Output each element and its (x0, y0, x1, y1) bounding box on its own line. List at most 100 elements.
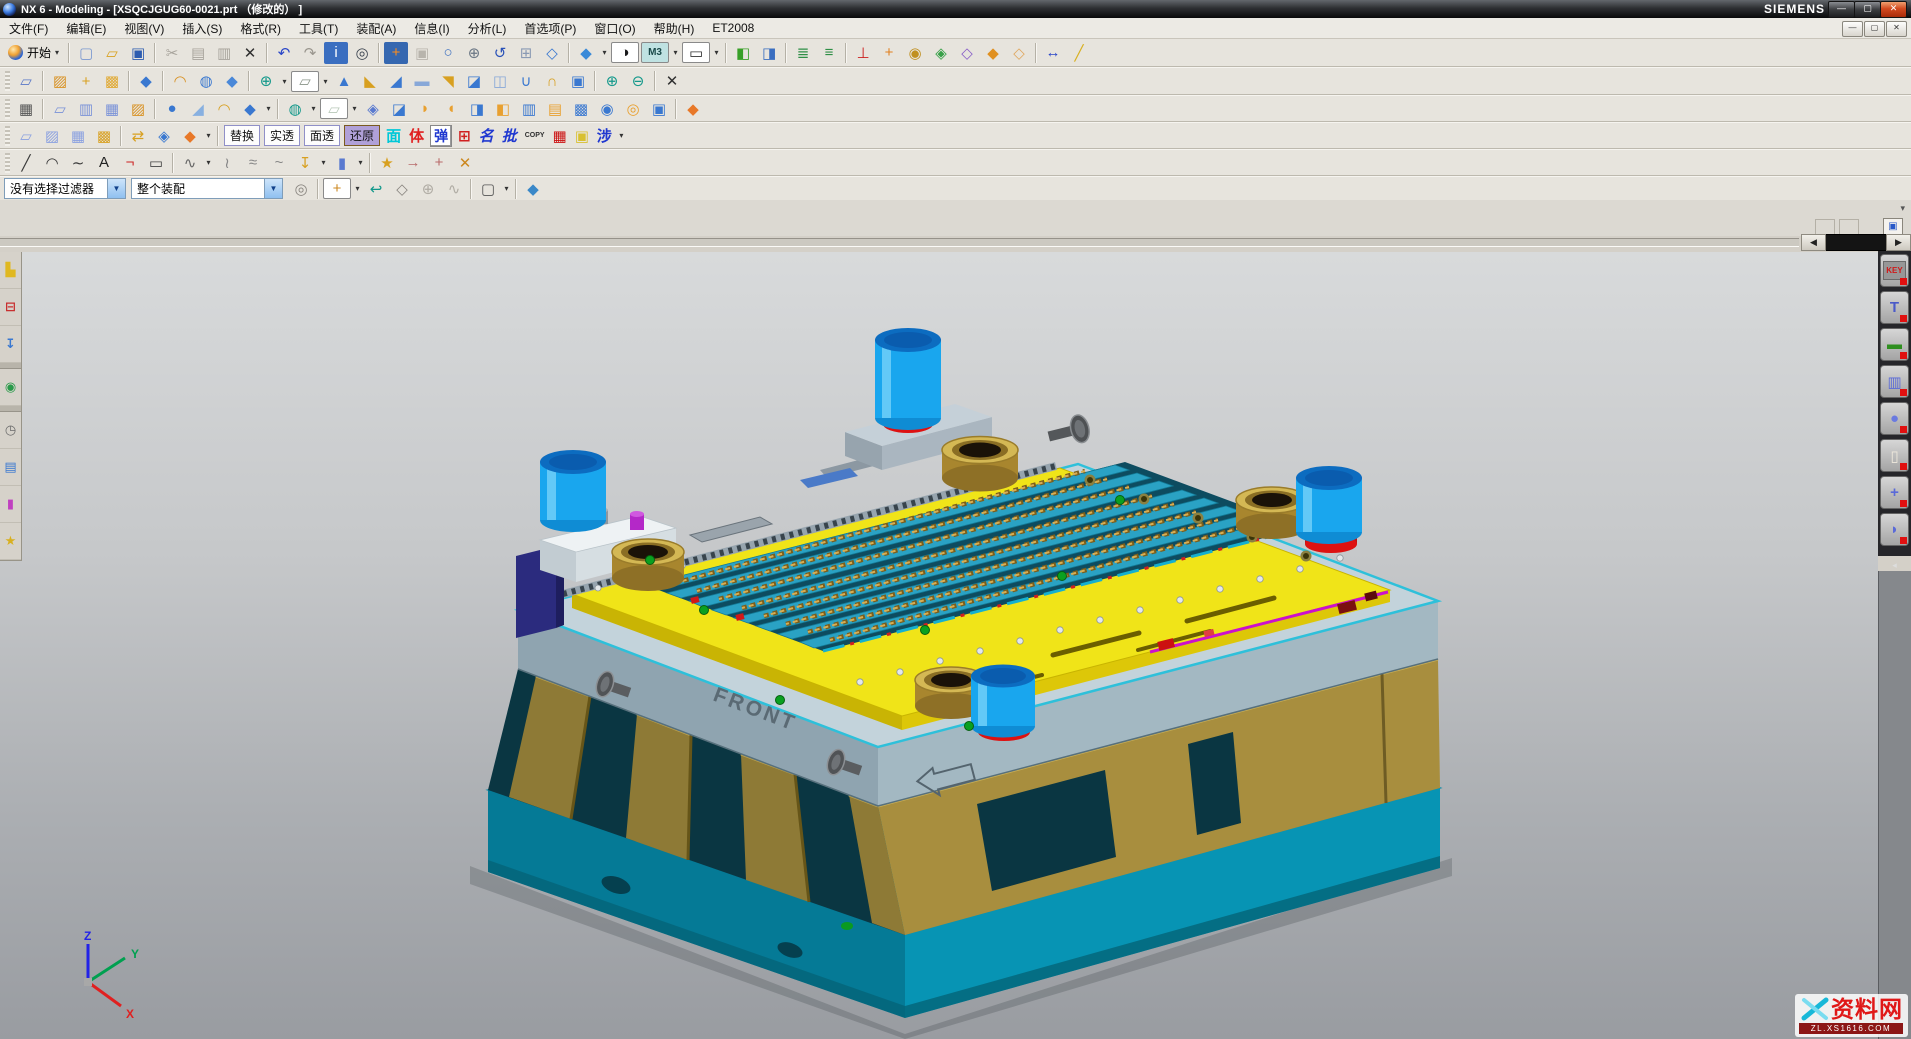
toolbar-c[interactable]: ▾ (203, 131, 214, 140)
shaded-view[interactable]: ◆ (574, 42, 598, 64)
graphics-window[interactable]: FRONT (0, 252, 1878, 1039)
copy[interactable]: ▤ (186, 42, 210, 64)
through-curve-mesh[interactable]: ▦ (100, 98, 124, 120)
subtract[interactable]: ∩ (540, 70, 564, 92)
toolbar-c[interactable]: ▾ (263, 104, 274, 113)
trim-body[interactable]: ◪ (462, 70, 486, 92)
drafted-body[interactable]: ◍ (194, 70, 218, 92)
closed-corner[interactable]: ▤ (543, 98, 567, 120)
bend-sheet[interactable]: ◆ (178, 125, 202, 147)
instance-remove[interactable]: ⊖ (626, 70, 650, 92)
open-file[interactable]: ▱ (100, 42, 124, 64)
undo[interactable]: ↶ (272, 42, 296, 64)
glyph-she[interactable]: 涉 (597, 125, 612, 146)
toolbar-c[interactable]: ▾ (670, 48, 681, 57)
zoom-circle[interactable]: ○ (436, 42, 460, 64)
mdi-minimize-button[interactable]: — (1842, 21, 1863, 37)
glyph-copy[interactable]: COPY (525, 132, 545, 139)
hole[interactable]: ⊕ (254, 70, 278, 92)
glyph-red-cube[interactable]: ▦ (553, 127, 567, 145)
groove[interactable]: ◥ (436, 70, 460, 92)
toolbar-c[interactable]: ▾ (355, 158, 366, 167)
object-display[interactable]: ◉ (903, 42, 927, 64)
system-materials[interactable]: ▮ (0, 486, 21, 523)
tool-bracket[interactable]: ▥ (1880, 365, 1909, 398)
view-in-layer[interactable]: ≡ (817, 42, 841, 64)
rectangle-select[interactable]: ▢ (476, 178, 500, 200)
zoom-box[interactable]: ▣ (410, 42, 434, 64)
bounded-plane[interactable]: ▱ (320, 98, 348, 119)
part-navigator[interactable]: ↧ (0, 326, 21, 363)
toolbar-c[interactable]: ▾ (308, 104, 319, 113)
fit-view[interactable]: + (384, 42, 408, 64)
constraint-navigator[interactable]: ⊟ (0, 289, 21, 326)
split-body[interactable]: ◫ (488, 70, 512, 92)
menu-item-10[interactable]: 首选项(P) (515, 18, 585, 39)
pad[interactable]: ◢ (384, 70, 408, 92)
glyph-yellow-cube[interactable]: ▣ (575, 127, 589, 145)
toolbar-c[interactable]: ▾ (616, 131, 627, 140)
sphere[interactable]: ● (160, 98, 184, 120)
new-file[interactable]: ▢ (74, 42, 98, 64)
datum-csys[interactable]: ▩ (100, 70, 124, 92)
wcs-dynamics[interactable]: + (877, 42, 901, 64)
delete-face[interactable]: ✕ (660, 70, 684, 92)
perspective-view[interactable]: ◇ (540, 42, 564, 64)
tool-elbow-pipe[interactable]: ◗ (1880, 513, 1909, 546)
block[interactable]: ◆ (220, 70, 244, 92)
slot[interactable]: ▬ (410, 70, 434, 92)
snap-point[interactable]: ◎ (289, 178, 313, 200)
unite[interactable]: ∪ (514, 70, 538, 92)
save-file[interactable]: ▣ (126, 42, 150, 64)
snap-toggle[interactable]: ∿ (442, 178, 466, 200)
bend[interactable]: ◖ (439, 98, 463, 120)
rotate-view[interactable]: ↺ (488, 42, 512, 64)
visualization-wand[interactable]: ★ (0, 523, 21, 560)
key-document[interactable]: ★ (375, 152, 399, 174)
find-component[interactable]: ◎ (350, 42, 374, 64)
toolbar-c[interactable]: ▾ (279, 77, 290, 86)
layer-settings[interactable]: ≣ (791, 42, 815, 64)
datum-plane[interactable]: ▨ (48, 70, 72, 92)
boss[interactable]: ▲ (332, 70, 356, 92)
tool-key[interactable]: KEY (1880, 254, 1909, 287)
glyph-ti[interactable]: 体 (409, 125, 424, 146)
text[interactable]: A (92, 152, 116, 174)
face-blend[interactable]: ◆ (238, 98, 262, 120)
bridge-curve[interactable]: ≈ (241, 152, 265, 174)
toolbar-c[interactable]: ▾ (352, 184, 363, 193)
fitted-sheet[interactable]: ▩ (92, 125, 116, 147)
eraser[interactable]: ◇ (390, 178, 414, 200)
menu-item-6[interactable]: 工具(T) (290, 18, 347, 39)
revolve[interactable]: ◠ (168, 70, 192, 92)
chevron-down-icon[interactable]: ▾ (1900, 203, 1905, 214)
tool-green-block[interactable]: ▬ (1880, 328, 1909, 361)
selection-scope-dropdown[interactable]: 整个装配 ▼ (131, 178, 283, 199)
arc[interactable]: ◠ (40, 152, 64, 174)
toolbar-c[interactable]: ▾ (349, 104, 360, 113)
close-button[interactable]: ✕ (1880, 1, 1907, 18)
measure-distance[interactable]: ↔ (1041, 42, 1065, 64)
hide[interactable]: ◆ (981, 42, 1005, 64)
wcs-orient[interactable]: ⊥ (851, 42, 875, 64)
swept-surface[interactable]: ▨ (126, 98, 150, 120)
reuse-library[interactable]: ◉ (0, 369, 21, 406)
selection-ball[interactable]: + (323, 178, 351, 199)
menu-item-1[interactable]: 文件(F) (0, 18, 57, 39)
line[interactable]: ╱ (14, 152, 38, 174)
fillet[interactable]: ¬ (118, 152, 142, 174)
solid-punch[interactable]: ▣ (647, 98, 671, 120)
tool-punch[interactable]: T (1880, 291, 1909, 324)
tool-white-punch[interactable]: ▯ (1880, 439, 1909, 472)
toolbar-c[interactable]: ▾ (711, 48, 722, 57)
mdi-close-button[interactable]: ✕ (1886, 21, 1907, 37)
orient-view-2[interactable]: ◨ (757, 42, 781, 64)
offset-curve[interactable]: ≀ (215, 152, 239, 174)
simple-measure[interactable]: ╱ (1067, 42, 1091, 64)
scroll-right-icon[interactable]: ▶ (1886, 234, 1911, 251)
menu-item-4[interactable]: 插入(S) (173, 18, 231, 39)
button-huanyuan[interactable]: 还原 (344, 125, 380, 146)
scrollbar-track[interactable] (1826, 234, 1886, 251)
trim-curve[interactable]: → (401, 152, 425, 174)
chevron-down-icon[interactable]: ▼ (107, 179, 125, 198)
